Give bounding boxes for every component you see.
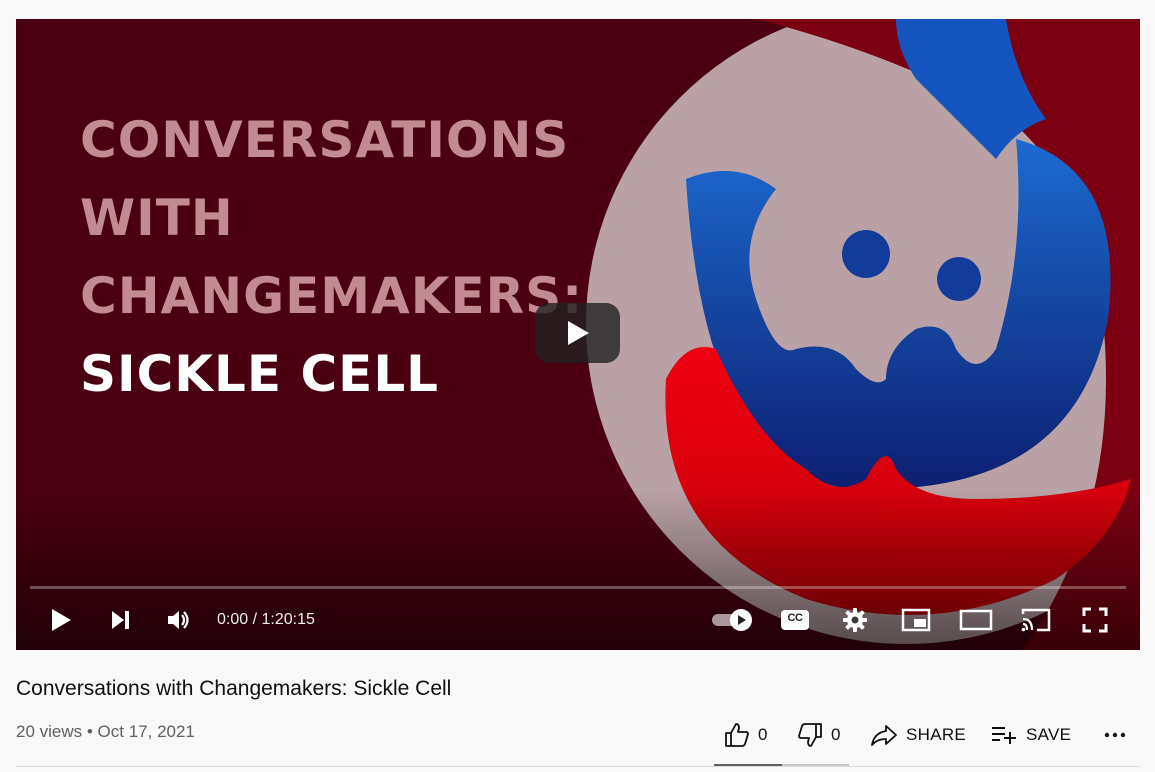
- player-controls: 0:00 / 1:20:15 CC: [16, 599, 1140, 641]
- settings-icon: [843, 608, 867, 632]
- share-label: SHARE: [906, 725, 967, 744]
- next-icon: [112, 611, 129, 629]
- miniplayer-icon: [901, 608, 931, 632]
- autoplay-toggle[interactable]: [710, 599, 756, 641]
- thumbnail-title-highlight: SICKLE CELL: [80, 345, 440, 403]
- more-actions-button[interactable]: [1103, 718, 1127, 752]
- dislike-button[interactable]: 0: [797, 718, 840, 752]
- fullscreen-button[interactable]: [1080, 599, 1110, 641]
- theater-icon: [959, 609, 993, 631]
- video-meta: 20 views • Oct 17, 2021: [16, 722, 195, 741]
- add-to-playlist-icon: [992, 727, 1016, 744]
- save-label: SAVE: [1026, 725, 1072, 744]
- miniplayer-button[interactable]: [899, 599, 933, 641]
- large-play-button[interactable]: [535, 303, 620, 363]
- settings-button[interactable]: [840, 599, 870, 641]
- progress-bar[interactable]: [30, 586, 1126, 589]
- next-button[interactable]: [106, 599, 136, 641]
- autoplay-toggle-icon: [712, 609, 752, 631]
- play-icon: [52, 609, 71, 631]
- thumbnail-title-line: CHANGEMAKERS:: [80, 267, 584, 325]
- video-player[interactable]: CONVERSATIONS WITH CHANGEMAKERS: SICKLE …: [16, 19, 1140, 650]
- video-title: Conversations with Changemakers: Sickle …: [16, 677, 452, 700]
- fullscreen-icon: [1082, 607, 1108, 633]
- captions-button[interactable]: CC: [779, 599, 811, 641]
- thumbs-down-icon: [798, 723, 822, 747]
- thumbs-up-icon: [725, 723, 749, 747]
- volume-button[interactable]: [164, 599, 194, 641]
- captions-label: CC: [787, 612, 803, 624]
- cast-icon: [1021, 608, 1051, 632]
- time-display: 0:00 / 1:20:15: [217, 611, 315, 628]
- share-icon: [871, 725, 897, 746]
- divider: [16, 766, 1140, 767]
- theater-mode-button[interactable]: [958, 599, 994, 641]
- thumbnail-title-line: CONVERSATIONS: [80, 111, 570, 169]
- more-icon: [1104, 732, 1126, 738]
- cast-button[interactable]: [1019, 599, 1053, 641]
- like-button[interactable]: 0: [724, 718, 767, 752]
- volume-icon: [168, 611, 189, 629]
- thumbnail-title-line: WITH: [80, 189, 234, 247]
- like-count: 0: [758, 725, 768, 744]
- play-icon: [567, 321, 589, 345]
- share-button[interactable]: SHARE: [870, 718, 966, 752]
- save-button[interactable]: SAVE: [990, 718, 1071, 752]
- dislike-count: 0: [831, 725, 841, 744]
- play-button[interactable]: [46, 599, 76, 641]
